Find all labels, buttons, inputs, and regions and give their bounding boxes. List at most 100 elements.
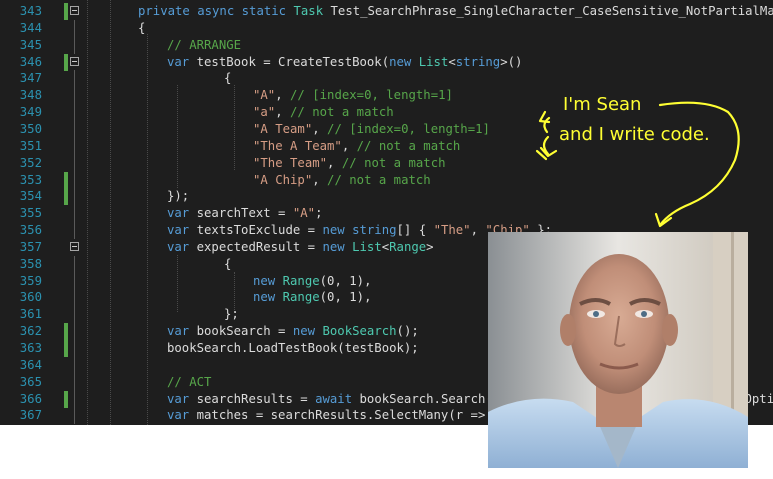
line-number: 363	[19, 341, 42, 355]
line-number: 367	[19, 408, 42, 423]
code-text: });	[167, 188, 189, 205]
code-token: expectedResult =	[196, 239, 323, 254]
code-token: await	[315, 391, 360, 406]
line-number: 348	[19, 88, 42, 103]
code-token: "A"	[253, 88, 276, 103]
fold-line	[74, 407, 75, 425]
line-number: 366	[19, 391, 42, 406]
fold-line	[74, 255, 75, 273]
fold-line	[74, 188, 75, 206]
line-number: 365	[19, 374, 42, 389]
code-token: (0, 1),	[319, 273, 372, 288]
code-token: [] {	[396, 223, 434, 238]
code-token: ;	[315, 206, 323, 221]
code-token: >()	[500, 54, 523, 69]
code-token: "a"	[253, 105, 276, 120]
change-marker	[64, 390, 68, 408]
code-text: bookSearch.LoadTestBook(testBook);	[167, 340, 419, 357]
code-line[interactable]: 352 "The Team", // not a match	[0, 154, 773, 172]
code-line[interactable]: 354});	[0, 188, 773, 206]
code-text: "a", // not a match	[253, 104, 394, 121]
fold-line	[74, 104, 75, 122]
code-token: searchText =	[196, 206, 293, 221]
code-token: "The A Team"	[253, 138, 342, 153]
code-line[interactable]: 349 "a", // not a match	[0, 104, 773, 122]
code-line[interactable]: 343 private async static Task Test_Search…	[0, 3, 773, 20]
code-token: var	[167, 206, 197, 221]
line-number: 362	[19, 324, 42, 339]
code-line[interactable]: 348 "A", // [index=0, length=1]	[0, 87, 773, 105]
code-token: ,	[341, 138, 357, 153]
line-number: 355	[19, 206, 42, 221]
code-token: ,	[312, 121, 328, 136]
line-number: 359	[19, 273, 42, 288]
fold-line	[74, 390, 75, 408]
code-text: // ACT	[167, 374, 211, 391]
code-token: "A"	[292, 206, 316, 221]
code-token: Range	[389, 239, 427, 254]
fold-line	[74, 137, 75, 155]
line-number: 358	[19, 256, 42, 271]
code-token: Range	[282, 273, 320, 288]
code-token: // not a match	[290, 105, 394, 120]
fold-toggle-icon[interactable]	[70, 56, 79, 66]
code-token: {	[224, 256, 232, 271]
code-token: Task	[293, 4, 331, 18]
code-token: // [index=0, length=1]	[327, 121, 490, 136]
fold-line	[74, 340, 75, 357]
fold-line	[74, 205, 75, 223]
line-number: 364	[19, 357, 42, 372]
code-token: var	[167, 54, 197, 69]
line-number: 346	[19, 54, 42, 69]
change-marker	[64, 3, 68, 20]
code-token: "The"	[433, 223, 471, 238]
fold-line	[74, 154, 75, 172]
fold-line	[74, 171, 75, 189]
code-line[interactable]: 353 "A Chip", // not a match	[0, 171, 773, 189]
code-token: "The Team"	[253, 155, 328, 170]
line-number: 350	[19, 121, 42, 136]
code-text: "The A Team", // not a match	[253, 138, 460, 155]
code-line[interactable]: 351 "The A Team", // not a match	[0, 137, 773, 155]
code-token: new string	[322, 223, 397, 238]
code-line[interactable]: 346 var testBook = CreateTestBook(new Lis…	[0, 53, 773, 71]
code-text: "A", // [index=0, length=1]	[253, 87, 453, 104]
code-line[interactable]: 355 var searchText = "A";	[0, 205, 773, 223]
code-token: ();	[396, 324, 419, 339]
code-text: private async static Task Test_SearchPhr…	[138, 3, 773, 20]
code-text: {	[138, 20, 145, 37]
code-token: new	[292, 324, 323, 339]
fold-line	[74, 87, 75, 105]
line-number: 353	[19, 172, 42, 187]
code-token: });	[167, 189, 190, 204]
line-number: 357	[19, 239, 42, 254]
code-line[interactable]: 344 {	[0, 19, 773, 37]
fold-line	[74, 36, 75, 54]
code-token: ,	[275, 105, 291, 120]
fold-line	[74, 373, 75, 391]
code-token: bookSearch =	[196, 324, 293, 339]
fold-toggle-icon[interactable]	[70, 241, 79, 251]
code-token: // not a match	[341, 155, 446, 170]
code-text: };	[224, 306, 239, 323]
code-token: ,	[312, 172, 328, 187]
code-token: var	[167, 239, 197, 254]
code-token: // ARRANGE	[167, 37, 242, 52]
code-text: var expectedResult = new List<Range>	[167, 239, 434, 256]
code-text: "A Chip", // not a match	[253, 172, 431, 189]
code-token: List	[418, 54, 449, 69]
line-number: 344	[19, 20, 42, 35]
line-number: 347	[19, 71, 42, 86]
fold-toggle-icon[interactable]	[70, 6, 79, 15]
code-token: new	[253, 290, 283, 305]
code-token: // [index=0, length=1]	[290, 88, 453, 103]
code-token: "A Chip"	[253, 172, 313, 187]
code-line[interactable]: 350 "A Team", // [index=0, length=1]	[0, 120, 773, 138]
code-token: Test_SearchPhrase_SingleCharacter_CaseSe…	[330, 4, 773, 18]
code-token: var	[167, 324, 197, 339]
code-line[interactable]: 345 // ARRANGE	[0, 36, 773, 54]
code-text: "The Team", // not a match	[253, 155, 446, 172]
code-token: BookSearch	[322, 324, 397, 339]
line-number: 360	[19, 290, 42, 305]
code-line[interactable]: 347 {	[0, 70, 773, 88]
